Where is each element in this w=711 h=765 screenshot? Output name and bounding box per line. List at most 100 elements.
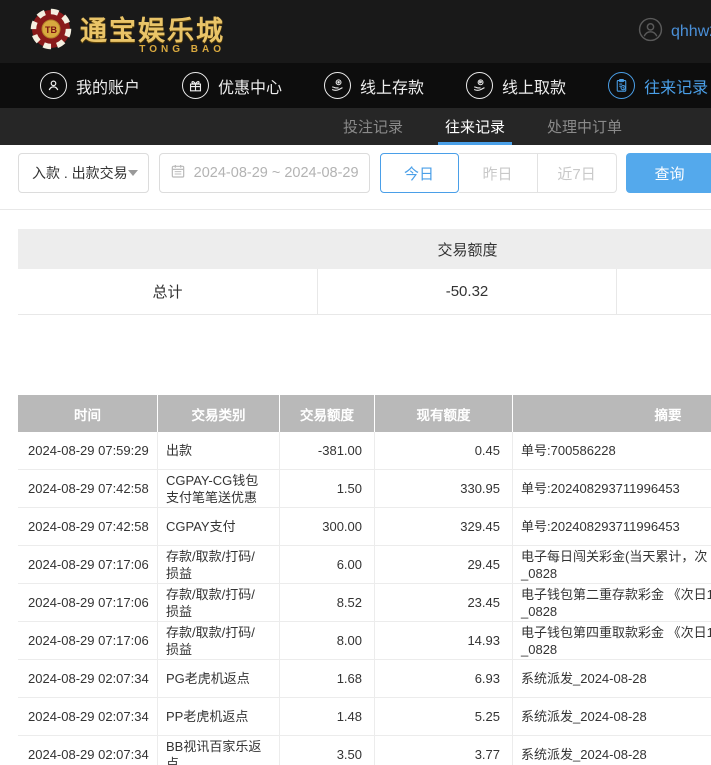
sub-tab-0[interactable]: 投注记录 <box>340 108 406 145</box>
quick-date-button-2[interactable]: 近7日 <box>538 153 617 193</box>
cell-balance: 14.93 <box>375 622 513 659</box>
column-header-3: 现有额度 <box>375 395 513 432</box>
cell-summary: 电子钱包第二重存款彩金 《次日1_0828 <box>513 584 711 621</box>
cell-summary: 系统派发_2024-08-28 <box>513 660 711 697</box>
nav-item-label: 线上取款 <box>502 74 566 98</box>
nav-item-deposit[interactable]: 线上存款 <box>324 72 424 99</box>
column-header-1: 交易类别 <box>158 395 280 432</box>
date-range-picker[interactable]: 2024-08-29 ~ 2024-08-29 <box>159 153 370 193</box>
quick-date-button-0[interactable]: 今日 <box>380 153 459 193</box>
summary-table-header: 交易额度 <box>18 229 711 269</box>
sub-tab-2[interactable]: 处理中订单 <box>544 108 625 145</box>
quick-date-button-1[interactable]: 昨日 <box>459 153 538 193</box>
withdraw-icon <box>466 72 493 99</box>
table-row: 2024-08-29 07:17:06存款/取款/打码/损益6.0029.45电… <box>18 546 711 584</box>
cell-balance: 329.45 <box>375 508 513 545</box>
summary-total-label: 总计 <box>18 269 318 314</box>
transaction-type-value: 入款 . 出款交易 <box>32 163 128 183</box>
sub-navigation: 投注记录往来记录处理中订单 <box>0 108 711 145</box>
chevron-down-icon <box>128 170 138 176</box>
cell-amount: 300.00 <box>280 508 375 545</box>
cell-balance: 6.93 <box>375 660 513 697</box>
user-icon <box>40 72 67 99</box>
table-row: 2024-08-29 07:42:58CGPAY支付300.00329.45单号… <box>18 508 711 546</box>
cell-balance: 330.95 <box>375 470 513 507</box>
cell-summary: 单号:202408293711996453 <box>513 470 711 507</box>
cell-balance: 3.77 <box>375 736 513 765</box>
nav-item-label: 线上存款 <box>360 74 424 98</box>
gift-icon <box>182 72 209 99</box>
table-row: 2024-08-29 02:07:34BB视讯百家乐返点3.503.77系统派发… <box>18 736 711 765</box>
cell-time: 2024-08-29 07:17:06 <box>18 584 158 621</box>
nav-item-label: 我的账户 <box>76 74 140 98</box>
transaction-type-select[interactable]: 入款 . 出款交易 <box>18 153 149 193</box>
cell-summary: 电子钱包第四重取款彩金 《次日1_0828 <box>513 622 711 659</box>
nav-item-records[interactable]: 往来记录 <box>608 72 708 99</box>
calendar-icon <box>170 163 186 184</box>
cell-amount: 6.00 <box>280 546 375 583</box>
cell-balance: 5.25 <box>375 698 513 735</box>
cell-time: 2024-08-29 07:17:06 <box>18 546 158 583</box>
cell-type: BB视讯百家乐返点 <box>158 736 280 765</box>
quick-date-buttons: 今日昨日近7日 <box>380 153 617 193</box>
summary-header-label: 交易额度 <box>318 229 617 269</box>
nav-item-withdraw[interactable]: 线上取款 <box>466 72 566 99</box>
cell-time: 2024-08-29 07:42:58 <box>18 508 158 545</box>
brand-title: 通宝娱乐城 <box>80 16 225 46</box>
cell-amount: 8.52 <box>280 584 375 621</box>
column-header-4: 摘要 <box>513 395 711 432</box>
user-account[interactable]: qhhw2 <box>638 0 711 63</box>
cell-summary: 单号:202408293711996453 <box>513 508 711 545</box>
cell-type: 存款/取款/打码/损益 <box>158 584 280 621</box>
table-row: 2024-08-29 02:07:34PP老虎机返点1.485.25系统派发_2… <box>18 698 711 736</box>
avatar-icon <box>638 17 663 47</box>
cell-type: 存款/取款/打码/损益 <box>158 546 280 583</box>
summary-total-value: -50.32 <box>318 269 617 314</box>
transactions-table-header: 时间交易类别交易额度现有额度摘要 <box>18 395 711 432</box>
cell-type: PP老虎机返点 <box>158 698 280 735</box>
cell-type: 出款 <box>158 432 280 469</box>
cell-time: 2024-08-29 02:07:34 <box>18 698 158 735</box>
transactions-table-body: 2024-08-29 07:59:29出款-381.000.45单号:70058… <box>18 432 711 765</box>
cell-type: CGPAY-CG钱包支付笔笔送优惠 <box>158 470 280 507</box>
cell-time: 2024-08-29 02:07:34 <box>18 736 158 765</box>
sub-tab-1[interactable]: 往来记录 <box>442 108 508 145</box>
table-row: 2024-08-29 07:42:58CGPAY-CG钱包支付笔笔送优惠1.50… <box>18 470 711 508</box>
cell-type: 存款/取款/打码/损益 <box>158 622 280 659</box>
cell-amount: 3.50 <box>280 736 375 765</box>
nav-item-user[interactable]: 我的账户 <box>40 72 140 99</box>
top-header: TB 通宝娱乐城 TONG BAO qhhw2 <box>0 0 711 63</box>
cell-summary: 系统派发_2024-08-28 <box>513 736 711 765</box>
cell-summary: 单号:700586228 <box>513 432 711 469</box>
cell-balance: 23.45 <box>375 584 513 621</box>
cell-time: 2024-08-29 07:17:06 <box>18 622 158 659</box>
casino-chip-icon: TB <box>30 8 72 55</box>
cell-balance: 0.45 <box>375 432 513 469</box>
deposit-icon <box>324 72 351 99</box>
table-row: 2024-08-29 07:59:29出款-381.000.45单号:70058… <box>18 432 711 470</box>
username[interactable]: qhhw2 <box>671 23 711 41</box>
records-icon <box>608 72 635 99</box>
svg-text:TB: TB <box>45 25 57 35</box>
cell-amount: 1.68 <box>280 660 375 697</box>
cell-time: 2024-08-29 02:07:34 <box>18 660 158 697</box>
cell-time: 2024-08-29 07:42:58 <box>18 470 158 507</box>
summary-table: 交易额度 总计 -50.32 <box>18 229 711 315</box>
cell-type: CGPAY支付 <box>158 508 280 545</box>
nav-item-label: 往来记录 <box>644 74 708 98</box>
cell-amount: 1.50 <box>280 470 375 507</box>
transactions-table: 时间交易类别交易额度现有额度摘要 2024-08-29 07:59:29出款-3… <box>18 395 711 765</box>
filter-bar: 入款 . 出款交易 2024-08-29 ~ 2024-08-29 今日昨日近7… <box>0 145 711 210</box>
cell-amount: 1.48 <box>280 698 375 735</box>
nav-item-label: 优惠中心 <box>218 74 282 98</box>
nav-item-gift[interactable]: 优惠中心 <box>182 72 282 99</box>
table-row: 2024-08-29 07:17:06存款/取款/打码/损益8.5223.45电… <box>18 584 711 622</box>
cell-summary: 系统派发_2024-08-28 <box>513 698 711 735</box>
search-button[interactable]: 查询 <box>626 153 711 193</box>
cell-balance: 29.45 <box>375 546 513 583</box>
brand-logo[interactable]: TB 通宝娱乐城 TONG BAO <box>30 8 225 55</box>
cell-amount: 8.00 <box>280 622 375 659</box>
summary-total-row: 总计 -50.32 <box>18 269 711 315</box>
cell-summary: 电子每日闯关彩金(当天累计，次_0828 <box>513 546 711 583</box>
cell-amount: -381.00 <box>280 432 375 469</box>
